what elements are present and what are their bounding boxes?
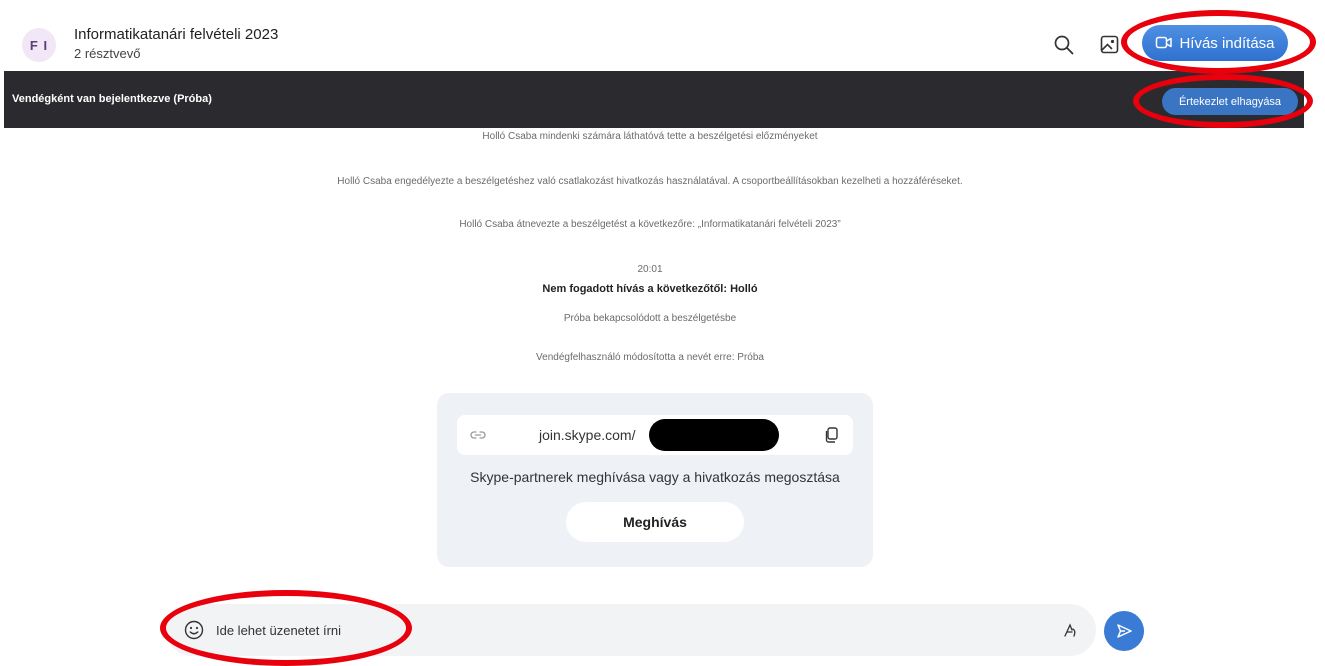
video-call-icon	[1156, 36, 1173, 49]
invite-link-text: join.skype.com/	[539, 427, 636, 443]
participant-count[interactable]: 2 résztvevő	[74, 46, 140, 61]
message-timestamp: 20:01	[637, 264, 663, 275]
missed-call-message: Nem fogadott hívás a következőtől: Holló	[542, 283, 758, 295]
invite-description: Skype-partnerek meghívása vagy a hivatko…	[470, 469, 840, 485]
start-call-label: Hívás indítása	[1179, 34, 1275, 52]
leave-meeting-button[interactable]: Értekezlet elhagyása	[1162, 88, 1298, 115]
start-call-button[interactable]: Hívás indítása	[1142, 25, 1288, 61]
system-message: Próba bekapcsolódott a beszélgetésbe	[563, 313, 737, 324]
search-icon[interactable]	[1052, 33, 1076, 57]
guest-banner: Vendégként van bejelentkezve (Próba) Ért…	[4, 71, 1304, 128]
redaction-mark	[649, 419, 779, 451]
system-message: Holló Csaba átnevezte a beszélgetést a k…	[459, 219, 841, 230]
system-message: Holló Csaba mindenki számára láthatóvá t…	[482, 131, 818, 142]
guest-status-text: Vendégként van bejelentkezve (Próba)	[12, 93, 212, 105]
message-composer	[166, 604, 1096, 656]
chat-title[interactable]: Informatikatanári felvételi 2023	[74, 26, 278, 43]
gallery-icon[interactable]	[1098, 33, 1122, 57]
send-button[interactable]	[1104, 611, 1144, 651]
system-message: Holló Csaba engedélyezte a beszélgetéshe…	[337, 176, 963, 187]
system-message: Vendégfelhasználó módosította a nevét er…	[536, 352, 764, 363]
invite-card: join.skype.com/ Skype-partnerek meghívás…	[437, 393, 873, 567]
invite-link-row[interactable]: join.skype.com/	[457, 415, 853, 455]
message-input[interactable]	[216, 618, 1036, 642]
invite-button[interactable]: Meghívás	[566, 502, 744, 542]
send-icon	[1117, 624, 1132, 638]
copy-icon[interactable]	[825, 427, 839, 443]
chat-header: F I Informatikatanári felvételi 2023 2 r…	[0, 0, 1325, 71]
group-avatar[interactable]: F I	[22, 28, 56, 62]
text-format-icon[interactable]	[1062, 622, 1078, 638]
emoji-icon[interactable]	[184, 620, 204, 640]
link-icon	[470, 431, 486, 439]
